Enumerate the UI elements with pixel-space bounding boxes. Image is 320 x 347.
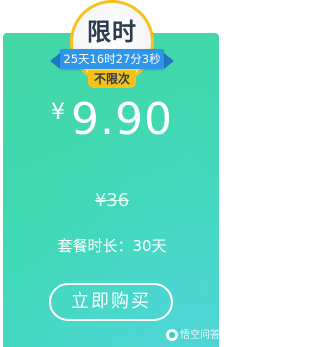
watermark-text: 悟空问答	[180, 330, 220, 341]
watermark: ● 悟空问答	[166, 328, 220, 344]
wukong-logo-icon: ●	[166, 329, 178, 341]
page-root: 限时 25天16时27分3秒 不限次 ¥9.90 ¥36 套餐时长：30天 立即…	[0, 0, 224, 347]
unlimited-times-tag: 不限次	[88, 70, 136, 88]
current-price: 9.90	[71, 94, 173, 145]
countdown-timer: 25天16时27分3秒	[60, 49, 164, 69]
ribbon-tail-left	[50, 53, 60, 69]
buy-now-button[interactable]: 立即购买	[49, 283, 173, 321]
original-price: ¥36	[94, 190, 130, 211]
price-display: ¥9.90	[0, 94, 224, 145]
limited-time-label: 限时	[87, 18, 137, 46]
ribbon-tail-right	[164, 53, 174, 69]
package-duration: 套餐时长：30天	[57, 237, 167, 255]
currency-symbol: ¥	[51, 100, 66, 125]
